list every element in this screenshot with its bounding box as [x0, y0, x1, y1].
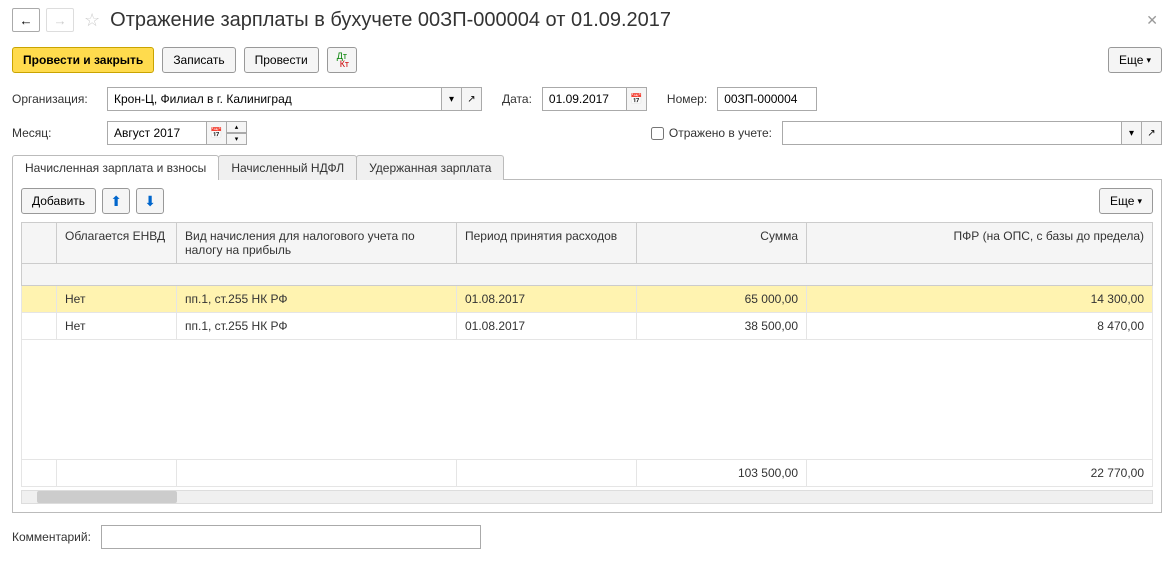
month-picker-button[interactable]: 📅 — [207, 121, 227, 145]
month-label: Месяц: — [12, 126, 97, 140]
dtkt-button[interactable]: Дт Кт — [327, 47, 357, 73]
col-pfr: ПФР (на ОПС, с базы до предела) — [807, 223, 1153, 264]
move-down-button[interactable]: ⬇ — [136, 188, 164, 214]
cell-type: пп.1, ст.255 НК РФ — [177, 313, 457, 340]
chevron-down-icon: ▾ — [235, 135, 239, 143]
open-icon: ↗ — [467, 94, 475, 105]
arrow-left-icon: ← — [19, 13, 32, 28]
favorite-star-icon[interactable]: ☆ — [84, 10, 100, 31]
arrow-right-icon: → — [53, 13, 66, 28]
cell-envd: Нет — [57, 286, 177, 313]
col-number — [22, 223, 57, 264]
total-pfr: 22 770,00 — [807, 460, 1153, 487]
number-input[interactable] — [717, 87, 817, 111]
col-envd: Облагается ЕНВД — [57, 223, 177, 264]
comment-label: Комментарий: — [12, 530, 91, 544]
more-button[interactable]: Еще ▾ — [1108, 47, 1162, 73]
chevron-up-icon: ▴ — [235, 123, 239, 131]
tab-accrued-salary[interactable]: Начисленная зарплата и взносы — [12, 155, 219, 180]
chevron-down-icon: ▾ — [1129, 128, 1134, 139]
table-row[interactable]: Нет пп.1, ст.255 НК РФ 01.08.2017 38 500… — [22, 313, 1153, 340]
reflected-label: Отражено в учете: — [669, 126, 772, 140]
tab-withheld-salary[interactable]: Удержанная зарплата — [356, 155, 504, 180]
calendar-icon: 📅 — [630, 94, 642, 105]
col-type: Вид начисления для налогового учета по н… — [177, 223, 457, 264]
cell-period: 01.08.2017 — [457, 313, 637, 340]
empty-rows — [22, 340, 1153, 460]
number-label: Номер: — [667, 92, 707, 106]
open-icon: ↗ — [1147, 128, 1155, 139]
chevron-down-icon: ▾ — [1146, 55, 1151, 66]
cell-period: 01.08.2017 — [457, 286, 637, 313]
arrow-down-icon: ⬇ — [144, 193, 156, 210]
panel-more-label: Еще — [1110, 194, 1134, 208]
post-and-close-button[interactable]: Провести и закрыть — [12, 47, 154, 73]
cell-pfr: 8 470,00 — [807, 313, 1153, 340]
reflected-checkbox[interactable] — [651, 127, 664, 140]
tab-accrued-ndfl[interactable]: Начисленный НДФЛ — [218, 155, 357, 180]
date-picker-button[interactable]: 📅 — [627, 87, 647, 111]
cell-sum: 38 500,00 — [637, 313, 807, 340]
save-button[interactable]: Записать — [162, 47, 235, 73]
dtkt-icon: Дт Кт — [335, 52, 349, 68]
add-row-button[interactable]: Добавить — [21, 188, 96, 214]
cell-sum: 65 000,00 — [637, 286, 807, 313]
more-label: Еще — [1119, 53, 1143, 67]
post-button[interactable]: Провести — [244, 47, 319, 73]
comment-input[interactable] — [101, 525, 481, 549]
cell-pfr: 14 300,00 — [807, 286, 1153, 313]
month-down-button[interactable]: ▾ — [227, 133, 247, 145]
forward-button[interactable]: → — [46, 8, 74, 32]
cell-type: пп.1, ст.255 НК РФ — [177, 286, 457, 313]
chevron-down-icon: ▾ — [449, 94, 454, 105]
col-period: Период принятия расходов — [457, 223, 637, 264]
org-dropdown-button[interactable]: ▾ — [442, 87, 462, 111]
org-label: Организация: — [12, 92, 97, 106]
reflected-open-button[interactable]: ↗ — [1142, 121, 1162, 145]
close-icon[interactable]: ✕ — [1142, 12, 1162, 29]
panel-more-button[interactable]: Еще ▾ — [1099, 188, 1153, 214]
date-input[interactable] — [542, 87, 627, 111]
month-up-button[interactable]: ▴ — [227, 121, 247, 133]
horizontal-scrollbar[interactable] — [21, 490, 1153, 504]
move-up-button[interactable]: ⬆ — [102, 188, 130, 214]
back-button[interactable]: ← — [12, 8, 40, 32]
org-open-button[interactable]: ↗ — [462, 87, 482, 111]
col-sum: Сумма — [637, 223, 807, 264]
chevron-down-icon: ▾ — [1137, 196, 1142, 207]
totals-row: 103 500,00 22 770,00 — [22, 460, 1153, 487]
total-sum: 103 500,00 — [637, 460, 807, 487]
reflected-input[interactable] — [782, 121, 1122, 145]
page-title: Отражение зарплаты в бухучете 00ЗП-00000… — [110, 9, 1136, 32]
calendar-icon: 📅 — [210, 128, 222, 139]
arrow-up-icon: ⬆ — [110, 193, 122, 210]
reflected-dropdown-button[interactable]: ▾ — [1122, 121, 1142, 145]
month-input[interactable] — [107, 121, 207, 145]
table-row[interactable]: Нет пп.1, ст.255 НК РФ 01.08.2017 65 000… — [22, 286, 1153, 313]
scrollbar-thumb[interactable] — [37, 491, 177, 503]
accruals-table: Облагается ЕНВД Вид начисления для налог… — [21, 222, 1153, 487]
date-label: Дата: — [502, 92, 532, 106]
org-input[interactable] — [107, 87, 442, 111]
cell-envd: Нет — [57, 313, 177, 340]
